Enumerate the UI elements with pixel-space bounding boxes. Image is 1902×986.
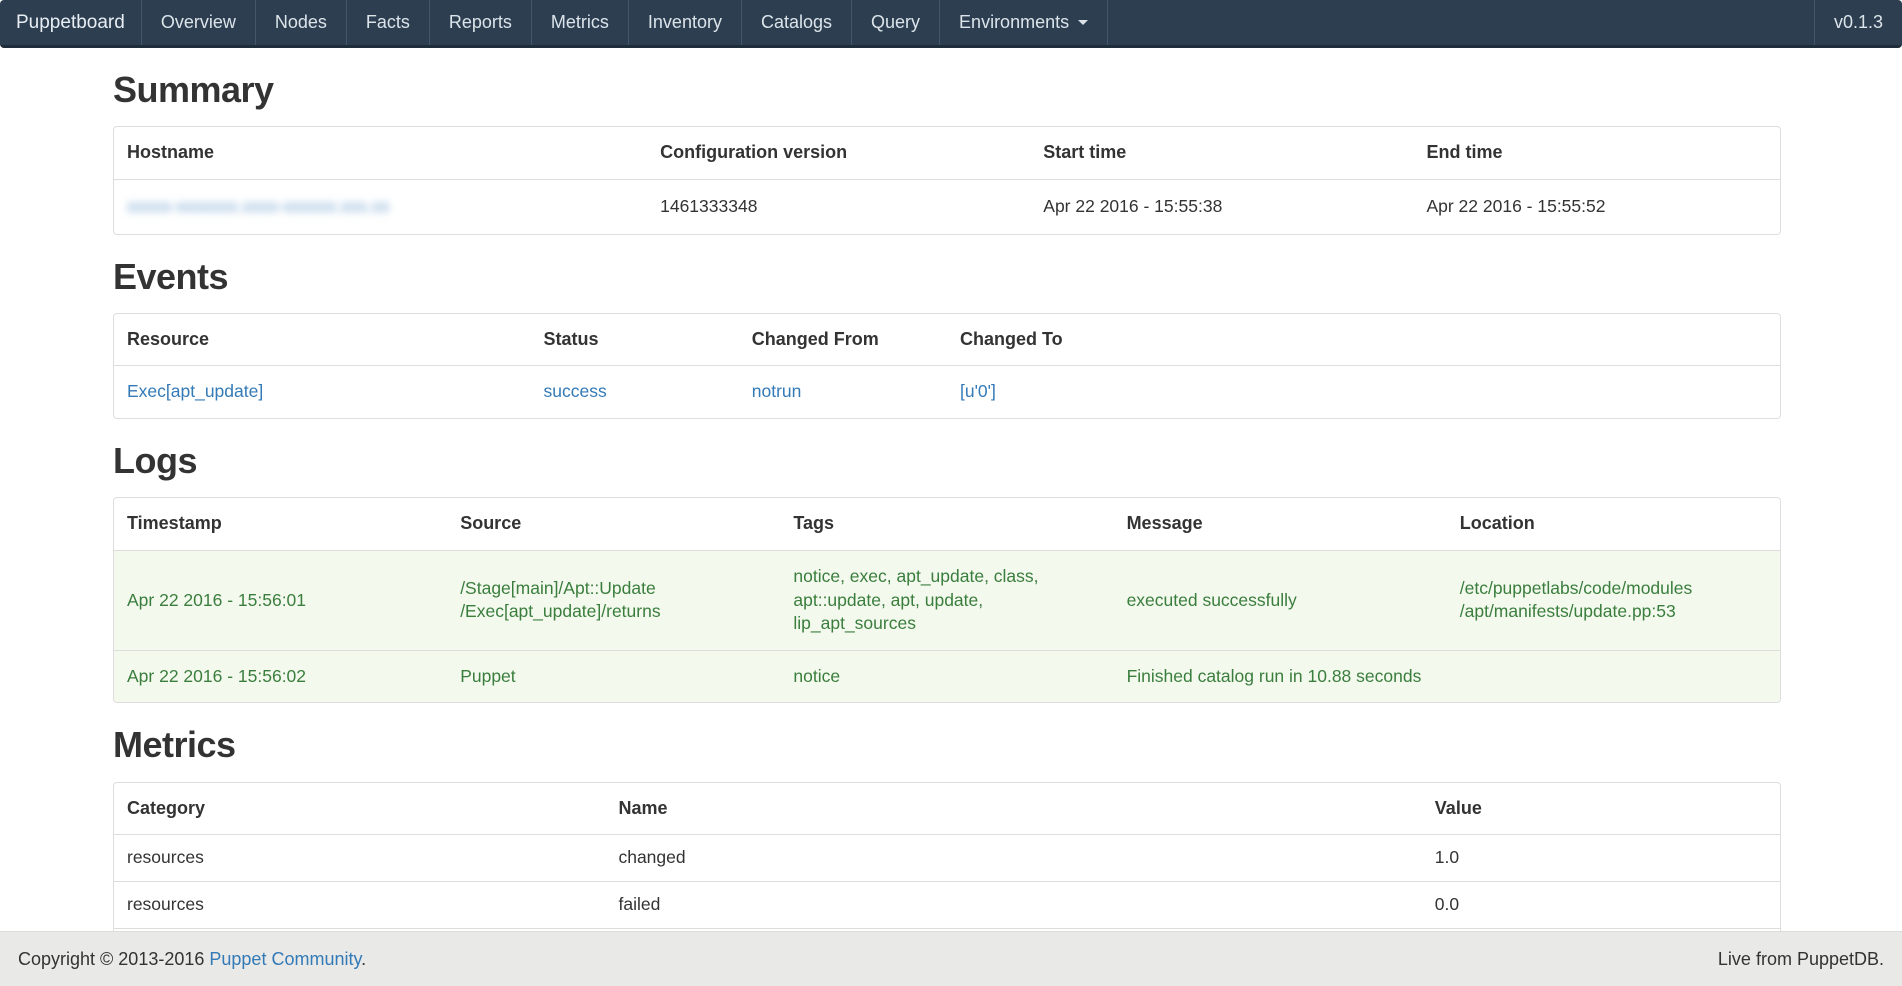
metric-name-cell: changed xyxy=(605,835,1421,882)
summary-col-hostname: Hostname xyxy=(114,127,647,179)
logs-header-row: Timestamp Source Tags Message Location xyxy=(114,498,1780,550)
event-status-link[interactable]: success xyxy=(544,381,607,401)
summary-row: xxxxx-xxxxxxx.xxxx-xxxxxx.xxx.xx 1461333… xyxy=(114,179,1780,233)
chevron-down-icon xyxy=(1078,20,1088,25)
summary-panel: Hostname Configuration version Start tim… xyxy=(113,126,1781,234)
logs-title: Logs xyxy=(113,441,1781,481)
summary-end-time-cell: Apr 22 2016 - 15:55:52 xyxy=(1413,179,1780,233)
log-tags-cell: notice xyxy=(780,650,1113,702)
puppet-community-link[interactable]: Puppet Community xyxy=(209,949,361,969)
metric-row: resources changed 1.0 xyxy=(114,835,1780,882)
nav-item-metrics[interactable]: Metrics xyxy=(531,0,628,45)
metric-row: resources failed 0.0 xyxy=(114,882,1780,929)
summary-col-start-time: Start time xyxy=(1030,127,1413,179)
metrics-header-row: Category Name Value xyxy=(114,783,1780,835)
log-row: Apr 22 2016 - 15:56:01 /Stage[main]/Apt:… xyxy=(114,550,1780,650)
log-source-cell: /Stage[main]/Apt::Update /Exec[apt_updat… xyxy=(447,550,780,650)
metrics-col-name: Name xyxy=(605,783,1421,835)
logs-col-timestamp: Timestamp xyxy=(114,498,447,550)
log-location-cell: /etc/puppetlabs/code/modules /apt/manife… xyxy=(1447,550,1780,650)
logs-col-location: Location xyxy=(1447,498,1780,550)
logs-col-message: Message xyxy=(1114,498,1447,550)
logs-col-tags: Tags xyxy=(780,498,1113,550)
summary-hostname-cell: xxxxx-xxxxxxx.xxxx-xxxxxx.xxx.xx xyxy=(114,179,647,233)
summary-col-configuration-version: Configuration version xyxy=(647,127,1030,179)
events-title: Events xyxy=(113,257,1781,297)
summary-col-end-time: End time xyxy=(1413,127,1780,179)
logs-table: Timestamp Source Tags Message Location A… xyxy=(114,498,1780,702)
events-col-changed-to: Changed To xyxy=(947,314,1780,366)
footer: Copyright © 2013-2016 Puppet Community. … xyxy=(0,931,1902,986)
metric-category-cell: resources xyxy=(114,882,605,929)
event-resource-link[interactable]: Exec[apt_update] xyxy=(127,381,263,401)
events-header-row: Resource Status Changed From Changed To xyxy=(114,314,1780,366)
event-status-cell: success xyxy=(531,366,739,418)
log-timestamp-cell: Apr 22 2016 - 15:56:02 xyxy=(114,650,447,702)
nav-item-inventory[interactable]: Inventory xyxy=(628,0,741,45)
events-panel: Resource Status Changed From Changed To … xyxy=(113,313,1781,419)
log-timestamp-cell: Apr 22 2016 - 15:56:01 xyxy=(114,550,447,650)
main-content: Summary Hostname Configuration version S… xyxy=(113,70,1781,972)
footer-copyright: Copyright © 2013-2016 Puppet Community. xyxy=(18,949,366,970)
nav-item-nodes[interactable]: Nodes xyxy=(255,0,346,45)
event-changed-from-link[interactable]: notrun xyxy=(752,381,802,401)
metric-category-cell: resources xyxy=(114,835,605,882)
top-navbar: Puppetboard Overview Nodes Facts Reports… xyxy=(0,0,1902,48)
event-changed-to-link[interactable]: [u'0'] xyxy=(960,381,996,401)
log-message-cell: executed successfully xyxy=(1114,550,1447,650)
event-resource-cell: Exec[apt_update] xyxy=(114,366,531,418)
nav-item-overview[interactable]: Overview xyxy=(141,0,255,45)
environments-dropdown-label: Environments xyxy=(959,12,1069,33)
event-changed-to-cell: [u'0'] xyxy=(947,366,1780,418)
summary-configuration-version-cell: 1461333348 xyxy=(647,179,1030,233)
hostname-link-redacted[interactable]: xxxxx-xxxxxxx.xxxx-xxxxxx.xxx.xx xyxy=(127,196,390,216)
nav-item-query[interactable]: Query xyxy=(851,0,939,45)
log-location-cell xyxy=(1447,650,1780,702)
metric-name-cell: failed xyxy=(605,882,1421,929)
metrics-col-category: Category xyxy=(114,783,605,835)
summary-table: Hostname Configuration version Start tim… xyxy=(114,127,1780,233)
event-row: Exec[apt_update] success notrun [u'0'] xyxy=(114,366,1780,418)
footer-puppetdb-status: Live from PuppetDB. xyxy=(1718,949,1884,970)
log-source-cell: Puppet xyxy=(447,650,780,702)
nav-item-reports[interactable]: Reports xyxy=(429,0,531,45)
event-changed-from-cell: notrun xyxy=(739,366,947,418)
environments-dropdown[interactable]: Environments xyxy=(939,0,1107,45)
events-col-changed-from: Changed From xyxy=(739,314,947,366)
log-row: Apr 22 2016 - 15:56:02 Puppet notice Fin… xyxy=(114,650,1780,702)
events-col-resource: Resource xyxy=(114,314,531,366)
metrics-title: Metrics xyxy=(113,725,1781,765)
logs-panel: Timestamp Source Tags Message Location A… xyxy=(113,497,1781,703)
metrics-col-value: Value xyxy=(1422,783,1780,835)
logs-col-source: Source xyxy=(447,498,780,550)
summary-title: Summary xyxy=(113,70,1781,110)
nav-item-facts[interactable]: Facts xyxy=(346,0,429,45)
metric-value-cell: 0.0 xyxy=(1422,882,1780,929)
footer-copyright-prefix: Copyright © 2013-2016 xyxy=(18,949,209,969)
summary-header-row: Hostname Configuration version Start tim… xyxy=(114,127,1780,179)
nav-item-catalogs[interactable]: Catalogs xyxy=(741,0,851,45)
summary-start-time-cell: Apr 22 2016 - 15:55:38 xyxy=(1030,179,1413,233)
navbar-spacer xyxy=(1107,0,1814,45)
metric-value-cell: 1.0 xyxy=(1422,835,1780,882)
log-message-cell: Finished catalog run in 10.88 seconds xyxy=(1114,650,1447,702)
log-tags-cell: notice, exec, apt_update, class, apt::up… xyxy=(780,550,1113,650)
events-col-status: Status xyxy=(531,314,739,366)
navbar-brand[interactable]: Puppetboard xyxy=(0,0,141,45)
footer-copyright-suffix: . xyxy=(361,949,366,969)
events-table: Resource Status Changed From Changed To … xyxy=(114,314,1780,418)
version-badge: v0.1.3 xyxy=(1814,0,1902,45)
